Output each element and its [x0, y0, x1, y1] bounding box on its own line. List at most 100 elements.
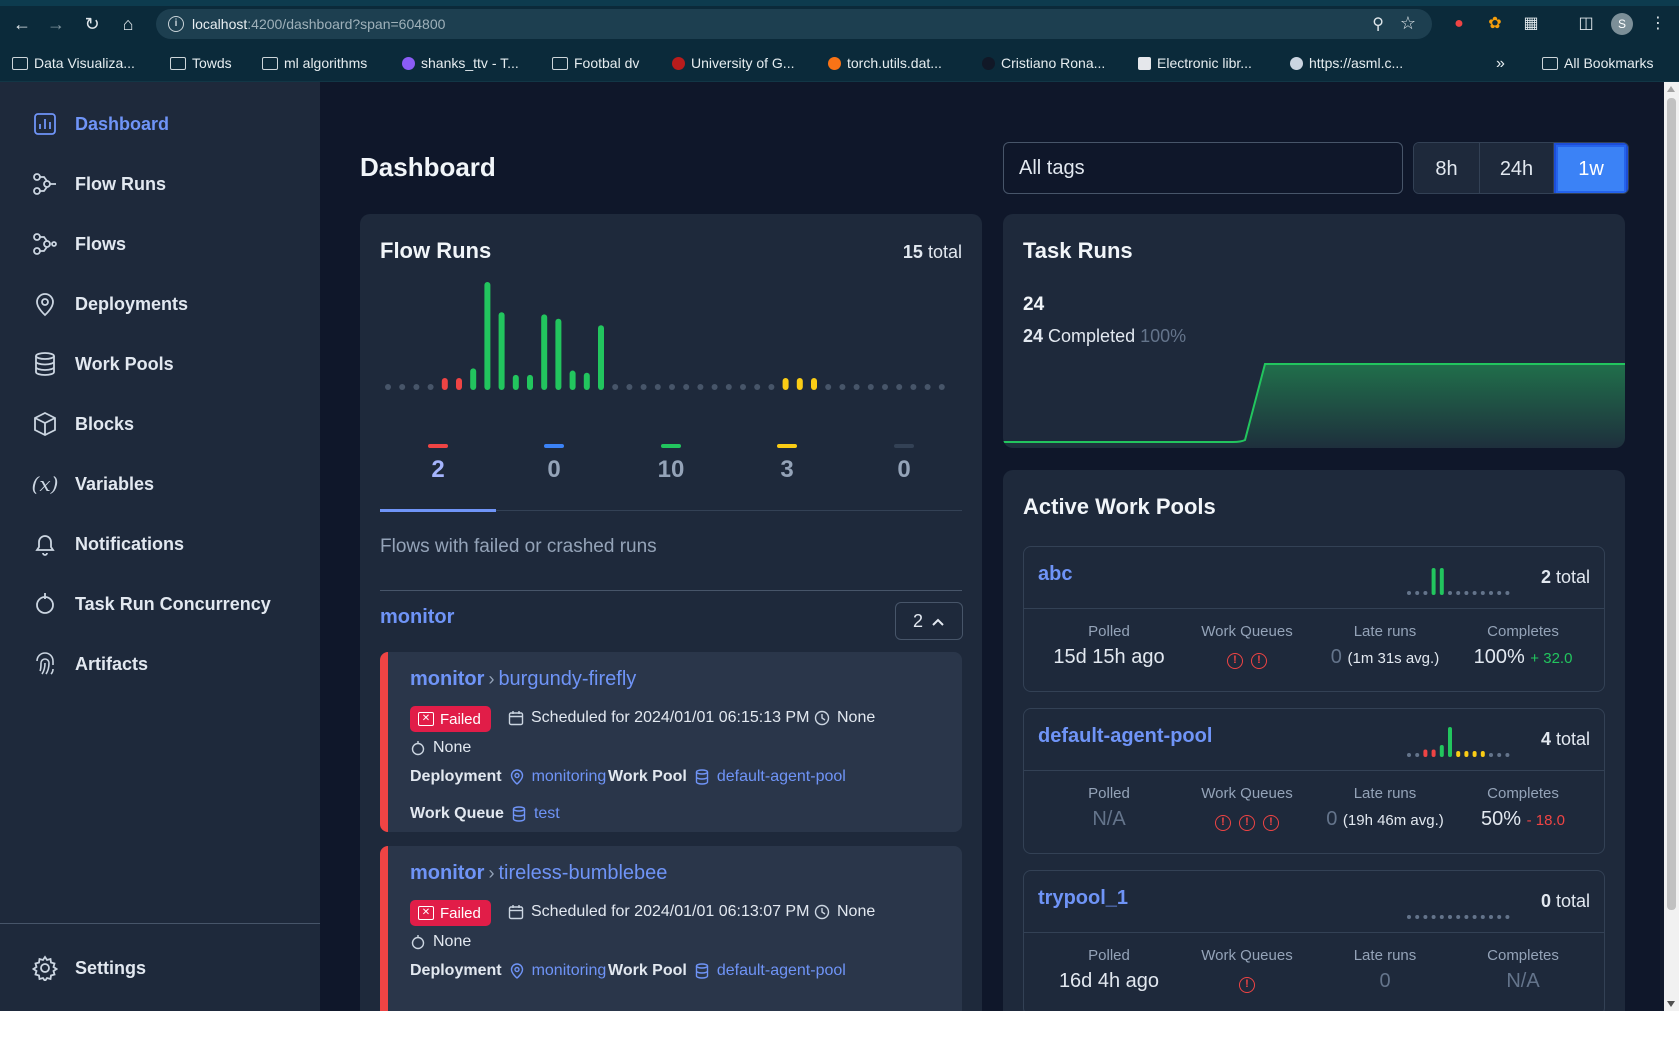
flow-run-link[interactable]: tireless-bumblebee	[498, 862, 667, 884]
calendar-icon	[508, 710, 524, 726]
scroll-down-icon[interactable]	[1667, 1001, 1675, 1007]
warning-icon[interactable]: !	[1251, 653, 1267, 669]
sidebar-item-notifications[interactable]: Notifications	[30, 526, 184, 562]
forward-icon[interactable]: →	[46, 14, 66, 34]
scrollbar-thumb[interactable]	[1667, 98, 1676, 910]
empty-bucket-dot	[725, 384, 732, 390]
warning-icon[interactable]: !	[1227, 653, 1243, 669]
extensions-puzzle-icon[interactable]: ▦	[1520, 13, 1542, 35]
reload-icon[interactable]: ↻	[82, 14, 102, 34]
task-runs-area-chart	[1003, 363, 1625, 448]
sidebar-item-task-run-concurrency[interactable]: Task Run Concurrency	[30, 586, 271, 622]
page-title: Dashboard	[360, 152, 496, 182]
tab-late[interactable]: 3	[729, 444, 845, 504]
tags-filter-select[interactable]: All tags	[1003, 142, 1403, 194]
empty-bucket-dot	[839, 384, 846, 390]
flow-runs-bar-chart	[385, 282, 945, 390]
all-bookmarks-folder[interactable]: All Bookmarks	[1542, 55, 1653, 71]
warning-icon[interactable]: !	[1239, 815, 1255, 831]
flow-run-card[interactable]: monitor › burgundy-firefly ✕ Failed Schedul…	[380, 652, 962, 832]
sidebar-item-deployments[interactable]: Deployments	[30, 286, 188, 322]
sidebar: Dashboard Flow Runs Flows Deployments Wo…	[0, 82, 320, 1011]
task-runs-card: Task Runs 24 24 Completed 100%	[1003, 214, 1625, 448]
sidebar-item-settings[interactable]: Settings	[30, 950, 146, 986]
bookmark-link[interactable]: University of G...	[672, 55, 794, 71]
deployment-link[interactable]: monitoring	[532, 768, 607, 786]
profile-avatar[interactable]: S	[1611, 13, 1633, 35]
flow-name-link[interactable]: monitor	[380, 606, 454, 629]
url-text[interactable]: localhost:4200/dashboard?span=604800	[192, 16, 445, 32]
sidebar-item-work-pools[interactable]: Work Pools	[30, 346, 174, 382]
span-8h-button[interactable]: 8h	[1414, 143, 1480, 193]
spark-dot	[1439, 915, 1444, 919]
browser-menu-icon[interactable]: ⋮	[1647, 13, 1669, 35]
side-panel-icon[interactable]: ◫	[1575, 13, 1597, 35]
bookmark-star-icon[interactable]: ☆	[1400, 13, 1416, 34]
address-bar[interactable]: i localhost:4200/dashboard?span=604800 ⚲…	[156, 9, 1432, 39]
warning-icon[interactable]: !	[1215, 815, 1231, 831]
flow-run-card[interactable]: monitor › tireless-bumblebee ✕ Failed Sched…	[380, 846, 962, 1011]
work-pools-title: Active Work Pools	[1023, 494, 1216, 519]
tab-count: 10	[657, 456, 685, 483]
bookmark-link[interactable]: shanks_ttv - T...	[402, 55, 519, 71]
page-scrollbar[interactable]	[1664, 82, 1679, 1011]
work-pool-total: 4 total	[1540, 729, 1590, 749]
empty-bucket-dot	[640, 384, 647, 390]
work-pool-info: Work Pool default-agent-pool	[608, 962, 846, 980]
flow-link[interactable]: monitor	[410, 668, 484, 690]
bookmark-folder[interactable]: Towds	[170, 55, 232, 71]
sidebar-item-label: Dashboard	[75, 113, 170, 134]
bookmark-link[interactable]: https://asml.c...	[1290, 55, 1403, 71]
spark-bar	[1439, 745, 1444, 757]
work-pool-link[interactable]: default-agent-pool	[717, 962, 846, 980]
work-pool-link[interactable]: abc	[1038, 563, 1072, 586]
warning-icon[interactable]: !	[1239, 977, 1255, 993]
extension-red-icon[interactable]: ●	[1448, 13, 1470, 35]
sidebar-item-label: Work Pools	[75, 353, 174, 374]
flow-runs-expand-button[interactable]: 2	[895, 602, 963, 640]
sidebar-item-flow-runs[interactable]: Flow Runs	[30, 166, 166, 202]
work-pool-link[interactable]: default-agent-pool	[1038, 725, 1212, 748]
bookmark-link[interactable]: Cristiano Rona...	[982, 55, 1105, 71]
spark-dot	[1505, 591, 1510, 595]
database-icon	[694, 769, 710, 785]
deployment-link[interactable]: monitoring	[532, 962, 607, 980]
bookmark-folder[interactable]: Data Visualiza...	[12, 55, 135, 71]
database-icon	[694, 963, 710, 979]
zoom-icon[interactable]: ⚲	[1372, 14, 1384, 34]
work-pool-link[interactable]: default-agent-pool	[717, 768, 846, 786]
flow-run-link[interactable]: burgundy-firefly	[498, 668, 636, 690]
work-pool-link[interactable]: trypool_1	[1038, 887, 1128, 910]
bookmark-link[interactable]: Electronic libr...	[1138, 55, 1252, 71]
spark-bar	[1464, 751, 1469, 757]
flow-link[interactable]: monitor	[410, 862, 484, 884]
sidebar-item-blocks[interactable]: Blocks	[30, 406, 134, 442]
sidebar-item-artifacts[interactable]: Artifacts	[30, 646, 148, 682]
sidebar-item-label: Deployments	[75, 293, 189, 314]
spark-dot	[1415, 915, 1420, 919]
spark-dot	[1423, 591, 1428, 595]
back-icon[interactable]: ←	[12, 14, 32, 34]
tab-running[interactable]: 0	[496, 444, 612, 504]
site-info-icon[interactable]: i	[168, 16, 184, 32]
bookmark-folder[interactable]: ml algorithms	[262, 55, 367, 71]
flow-run-bar	[456, 378, 462, 390]
work-queue-link[interactable]: test	[534, 805, 560, 823]
bookmark-link[interactable]: torch.utils.dat...	[828, 55, 942, 71]
warning-icon[interactable]: !	[1263, 815, 1279, 831]
extension-cookie-icon[interactable]: ✿	[1484, 13, 1506, 35]
bookmark-folder[interactable]: Footbal dv	[552, 55, 639, 71]
scroll-up-icon[interactable]	[1667, 86, 1675, 92]
sidebar-item-variables[interactable]: (x) Variables	[30, 466, 155, 502]
more-bookmarks-icon[interactable]: »	[1496, 55, 1505, 73]
empty-bucket-dot	[413, 384, 420, 390]
sidebar-item-dashboard[interactable]: Dashboard	[30, 106, 169, 142]
span-1w-button[interactable]: 1w	[1554, 143, 1628, 193]
tab-strip	[0, 0, 1679, 6]
tab-cancelled[interactable]: 0	[846, 444, 962, 504]
tab-completed[interactable]: 10	[613, 444, 729, 504]
home-icon[interactable]: ⌂	[118, 14, 138, 34]
sidebar-item-flows[interactable]: Flows	[30, 226, 126, 262]
span-24h-button[interactable]: 24h	[1480, 143, 1554, 193]
tab-failed[interactable]: 2	[380, 444, 496, 504]
